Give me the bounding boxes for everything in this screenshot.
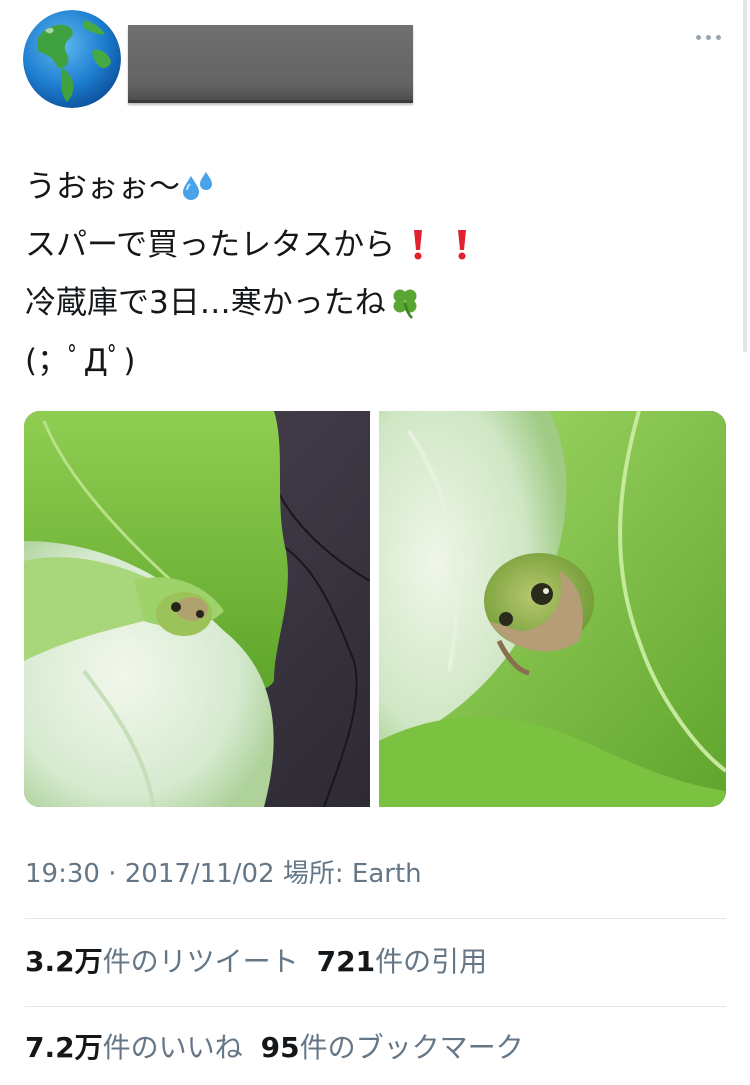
location-label: 場所: — [282, 859, 344, 889]
tweet-date: 2017/11/02 — [124, 859, 275, 889]
tweet-text: うおぉぉ〜 スパーで買ったレタスから 冷蔵庫で3日…寒かったね (；ﾟДﾟ) — [25, 158, 705, 390]
engagement-row: 3.2万件のリツイート 721件の引用 — [25, 938, 505, 986]
likes-count: 7.2万 — [25, 1031, 103, 1064]
bookmarks-count: 95 — [260, 1031, 300, 1064]
meta-separator: · — [108, 859, 117, 889]
more-horizontal-icon — [695, 34, 701, 40]
likes-label: 件のいいね — [102, 1031, 243, 1064]
quotes-count: 721 — [316, 945, 376, 978]
engagement-row: 7.2万件のいいね 95件のブックマーク — [25, 1024, 542, 1072]
redacted-username — [128, 25, 413, 103]
frog-in-lettuce-closeup-photo[interactable] — [379, 411, 726, 807]
more-horizontal-icon — [705, 34, 711, 40]
tweet-line: 冷蔵庫で3日…寒かったね — [25, 274, 705, 332]
avatar[interactable] — [23, 10, 121, 108]
likes-stat[interactable]: 7.2万件のいいね — [25, 1024, 243, 1072]
exclamation-icon — [445, 228, 479, 262]
quotes-label: 件の引用 — [375, 945, 488, 978]
tweet-line: うおぉぉ〜 — [25, 158, 705, 216]
tweet-time: 19:30 — [25, 859, 100, 889]
retweets-stat[interactable]: 3.2万件のリツイート — [25, 938, 299, 986]
retweets-label: 件のリツイート — [102, 945, 299, 978]
bookmarks-label: 件のブックマーク — [299, 1031, 524, 1064]
bookmarks-stat[interactable]: 95件のブックマーク — [261, 1024, 524, 1072]
tweet-line: スパーで買ったレタスから — [25, 216, 705, 274]
more-options-button[interactable] — [688, 24, 728, 50]
tweet-line: (；ﾟДﾟ) — [25, 332, 705, 390]
quotes-stat[interactable]: 721件の引用 — [317, 938, 487, 986]
divider — [25, 918, 726, 919]
frog-in-lettuce-photo[interactable] — [24, 411, 370, 807]
tweet-line-text: スパーで買ったレタスから — [25, 227, 396, 263]
four-leaf-clover-icon — [388, 286, 422, 320]
location-value: Earth — [351, 859, 422, 889]
earth-globe-icon — [23, 10, 121, 108]
tweet-line-text: うおぉぉ〜 — [25, 169, 180, 205]
more-horizontal-icon — [715, 34, 721, 40]
sweat-droplets-icon — [182, 170, 216, 204]
exclamation-icon — [401, 228, 435, 262]
retweets-count: 3.2万 — [25, 945, 103, 978]
tweet-timestamp[interactable]: 19:30 · 2017/11/02 場所: Earth — [25, 852, 422, 896]
scrollbar[interactable] — [743, 0, 747, 352]
divider — [25, 1006, 726, 1007]
tweet-line-text: 冷蔵庫で3日…寒かったね — [25, 285, 386, 321]
tweet-line-text: (；ﾟДﾟ) — [25, 343, 136, 379]
